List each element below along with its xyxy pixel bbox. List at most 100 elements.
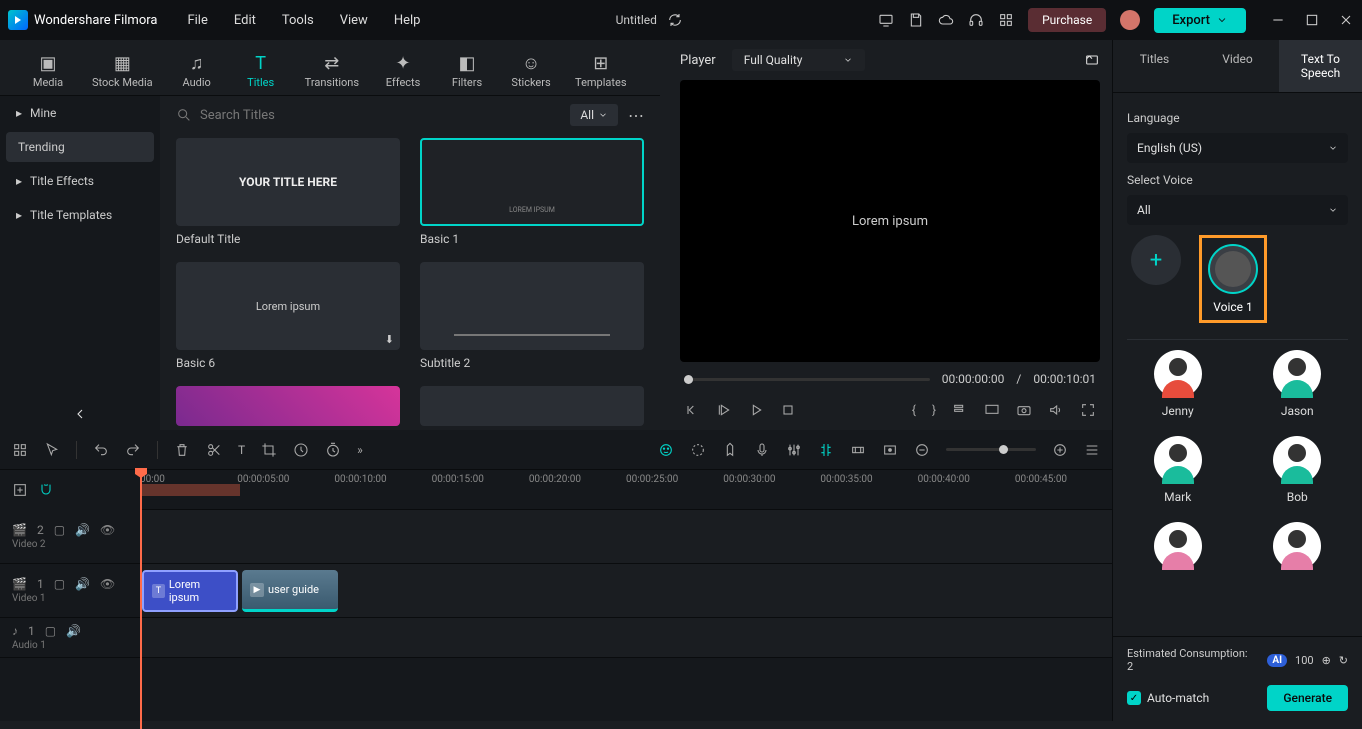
mute-icon[interactable]: 🔊: [75, 523, 90, 537]
tab-audio[interactable]: ♫Audio: [169, 46, 225, 95]
visibility-icon[interactable]: 👁: [100, 577, 115, 591]
generate-button[interactable]: Generate: [1267, 685, 1348, 711]
speed-icon[interactable]: [293, 442, 309, 458]
maximize-icon[interactable]: [1304, 12, 1320, 28]
voice-extra1[interactable]: [1133, 522, 1223, 570]
search-input[interactable]: Search Titles: [176, 107, 560, 123]
add-track-icon[interactable]: [12, 482, 28, 498]
voiceover-icon[interactable]: [754, 442, 770, 458]
apps-icon[interactable]: [998, 12, 1014, 28]
voice-extra2[interactable]: [1253, 522, 1343, 570]
export-button[interactable]: Export: [1154, 8, 1246, 33]
cursor-icon[interactable]: [44, 442, 60, 458]
title-card-basic1[interactable]: LOREM IPSUM Basic 1: [420, 138, 644, 246]
title-card-basic6[interactable]: Lorem ipsum⬇ Basic 6: [176, 262, 400, 370]
clip-video[interactable]: ▶user guide: [242, 570, 338, 612]
collapse-sidebar-icon[interactable]: [0, 398, 160, 430]
timeline-ruler[interactable]: 00:00 00:00:05:00 00:00:10:00 00:00:15:0…: [140, 470, 1112, 510]
title-card-subtitle2[interactable]: Subtitle 2: [420, 262, 644, 370]
track-head[interactable]: ♪1▢🔊 Audio 1: [0, 618, 140, 657]
volume-icon[interactable]: [1048, 402, 1064, 418]
panel-tab-titles[interactable]: Titles: [1113, 40, 1196, 92]
panel-tab-video[interactable]: Video: [1196, 40, 1279, 92]
crop-icon[interactable]: [261, 442, 277, 458]
clip-title[interactable]: TLorem ipsum: [142, 570, 238, 612]
tab-filters[interactable]: ◧Filters: [439, 46, 495, 95]
render-icon[interactable]: [690, 442, 706, 458]
zoom-out-icon[interactable]: [914, 442, 930, 458]
toggle-icon[interactable]: ▢: [54, 577, 65, 591]
voice-bob[interactable]: Bob: [1253, 436, 1343, 504]
quality-dropdown[interactable]: Full Quality: [732, 49, 865, 71]
snapshot-icon[interactable]: [1016, 402, 1032, 418]
keyframe-icon[interactable]: [850, 442, 866, 458]
scrub-bar[interactable]: [684, 378, 930, 381]
sidebar-item-title-templates[interactable]: ▸ Title Templates: [0, 198, 160, 232]
add-voice-button[interactable]: +: [1131, 235, 1181, 285]
download-icon[interactable]: ⬇: [385, 333, 394, 346]
zoom-in-icon[interactable]: [1052, 442, 1068, 458]
cut-icon[interactable]: [206, 442, 222, 458]
voice-jenny[interactable]: Jenny: [1133, 350, 1223, 418]
auto-match-checkbox[interactable]: ✓ Auto-match: [1127, 691, 1209, 705]
redo-icon[interactable]: [125, 442, 141, 458]
tab-templates[interactable]: ⊞Templates: [567, 46, 634, 95]
menu-tools[interactable]: Tools: [282, 13, 314, 28]
track-body[interactable]: TLorem ipsum ▶user guide: [140, 564, 1112, 617]
tab-titles[interactable]: TTitles: [233, 46, 289, 95]
user-avatar[interactable]: [1120, 10, 1140, 30]
menu-help[interactable]: Help: [394, 13, 421, 28]
tab-media[interactable]: ▣Media: [20, 46, 76, 95]
menu-edit[interactable]: Edit: [234, 13, 256, 28]
panel-tab-tts[interactable]: Text To Speech: [1279, 40, 1362, 92]
voice-jason[interactable]: Jason: [1253, 350, 1343, 418]
duration-icon[interactable]: [325, 442, 341, 458]
filter-dropdown[interactable]: All: [570, 104, 618, 126]
add-credits-icon[interactable]: ⊕: [1322, 654, 1331, 667]
language-dropdown[interactable]: English (US): [1127, 133, 1348, 163]
sidebar-item-title-effects[interactable]: ▸ Title Effects: [0, 164, 160, 198]
sidebar-item-mine[interactable]: ▸ Mine: [0, 96, 160, 130]
sidebar-item-trending[interactable]: Trending: [6, 132, 154, 162]
mixer-icon[interactable]: [786, 442, 802, 458]
cloud-icon[interactable]: [938, 12, 954, 28]
marker-icon[interactable]: [722, 442, 738, 458]
menu-file[interactable]: File: [187, 13, 207, 28]
more-icon[interactable]: ⋯: [628, 106, 644, 125]
selected-voice-slot[interactable]: Voice 1: [1199, 235, 1267, 323]
delete-icon[interactable]: [174, 442, 190, 458]
stop-icon[interactable]: [780, 402, 796, 418]
mute-icon[interactable]: 🔊: [75, 577, 90, 591]
purchase-button[interactable]: Purchase: [1028, 8, 1106, 32]
title-card-default[interactable]: YOUR TITLE HERE Default Title: [176, 138, 400, 246]
display-icon[interactable]: [984, 402, 1000, 418]
mute-icon[interactable]: 🔊: [66, 624, 81, 638]
voice-filter-dropdown[interactable]: All: [1127, 195, 1348, 225]
zoom-slider[interactable]: [946, 448, 1036, 451]
tab-stickers[interactable]: ☺Stickers: [503, 46, 559, 95]
edit-mode-icon[interactable]: [12, 442, 28, 458]
visibility-icon[interactable]: 👁: [100, 523, 115, 537]
menu-view[interactable]: View: [340, 13, 368, 28]
track-head[interactable]: 🎬1▢🔊👁 Video 1: [0, 564, 140, 617]
record-icon[interactable]: [882, 442, 898, 458]
save-icon[interactable]: [908, 12, 924, 28]
track-head[interactable]: 🎬2▢🔊👁 Video 2: [0, 510, 140, 563]
magnet-icon[interactable]: [38, 482, 54, 498]
fullscreen-icon[interactable]: [1080, 402, 1096, 418]
monitor-icon[interactable]: [878, 12, 894, 28]
toggle-icon[interactable]: ▢: [54, 523, 65, 537]
refresh-icon[interactable]: [667, 12, 683, 28]
track-options-icon[interactable]: [1084, 442, 1100, 458]
tab-transitions[interactable]: ⇄Transitions: [297, 46, 367, 95]
mark-out-icon[interactable]: }: [932, 403, 936, 417]
ai-copilot-icon[interactable]: [658, 442, 674, 458]
player-viewport[interactable]: Lorem ipsum: [680, 80, 1100, 362]
marker-list-icon[interactable]: [952, 402, 968, 418]
prev-frame-icon[interactable]: [684, 402, 700, 418]
track-body[interactable]: [140, 510, 1112, 563]
step-back-icon[interactable]: [716, 402, 732, 418]
auto-ripple-icon[interactable]: [818, 442, 834, 458]
headphones-icon[interactable]: [968, 12, 984, 28]
playhead[interactable]: [140, 470, 142, 729]
